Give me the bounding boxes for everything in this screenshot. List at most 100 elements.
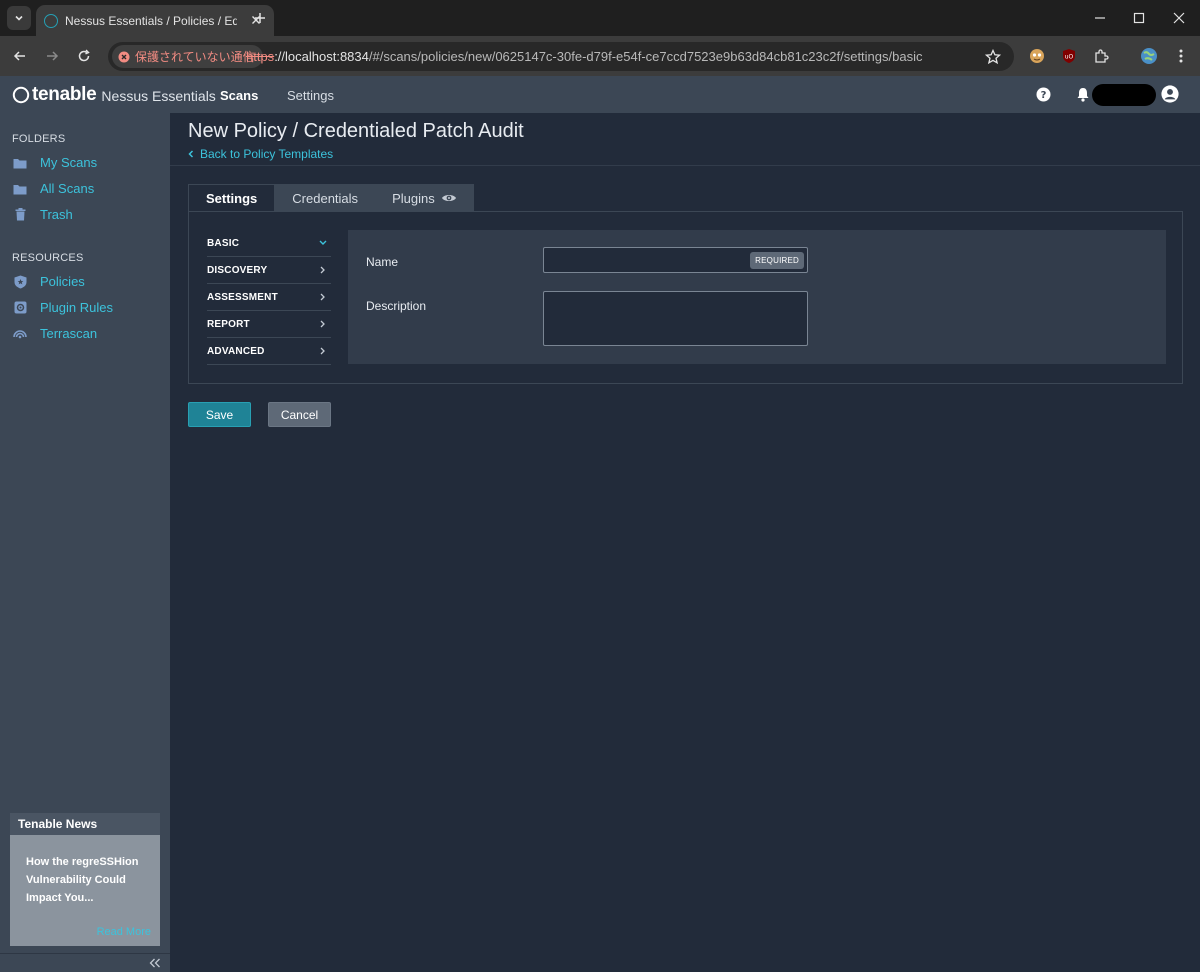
settings-nav-label: DISCOVERY xyxy=(207,264,268,276)
sidebar-item-policies[interactable]: Policies xyxy=(13,274,85,289)
maximize-button[interactable] xyxy=(1131,10,1147,26)
arrow-right-icon xyxy=(47,51,59,61)
sidebar-item-my-scans[interactable]: My Scans xyxy=(13,155,97,170)
back-button[interactable] xyxy=(10,46,30,66)
cancel-button[interactable]: Cancel xyxy=(268,402,331,427)
news-headline[interactable]: How the regreSSHion Vulnerability Could … xyxy=(10,835,160,907)
title-divider xyxy=(170,165,1200,166)
sidebar-item-label: All Scans xyxy=(40,181,95,196)
minimize-icon xyxy=(1095,17,1105,19)
more-vertical-icon xyxy=(1179,49,1183,63)
basic-settings-form: Name REQUIRED Description xyxy=(348,230,1166,364)
settings-nav-discovery[interactable]: DISCOVERY xyxy=(207,257,331,284)
bookmark-star-button[interactable] xyxy=(984,48,1002,66)
double-chevron-left-icon xyxy=(149,958,160,968)
chevron-right-icon xyxy=(319,347,327,355)
chevron-right-icon xyxy=(319,320,327,328)
settings-nav-advanced[interactable]: ADVANCED xyxy=(207,338,331,365)
tenable-logo-icon xyxy=(12,86,30,104)
sidebar-item-terrascan[interactable]: Terrascan xyxy=(13,326,97,341)
plugin-rules-icon xyxy=(13,301,27,315)
browser-titlebar: Nessus Essentials / Policies / Edit xyxy=(0,0,1200,36)
reload-icon xyxy=(78,49,90,62)
extension-face-icon xyxy=(1030,49,1044,63)
sidebar-item-label: Terrascan xyxy=(40,326,98,341)
tab-settings[interactable]: Settings xyxy=(188,184,276,212)
page-title: New Policy / Credentialed Patch Audit xyxy=(188,120,524,142)
sidebar-item-label: Plugin Rules xyxy=(40,300,113,315)
star-icon xyxy=(985,49,1001,65)
address-bar[interactable]: 保護されていない通信 https://localhost:8834/#/scan… xyxy=(108,42,1014,71)
description-label: Description xyxy=(366,299,427,313)
ublock-icon: uO xyxy=(1063,49,1075,63)
svg-text:uO: uO xyxy=(1065,54,1074,61)
chevron-down-icon xyxy=(15,15,23,21)
arrow-left-icon xyxy=(13,51,25,61)
tab-search-button[interactable] xyxy=(7,6,31,30)
browser-tab[interactable]: Nessus Essentials / Policies / Edit xyxy=(36,5,274,36)
close-window-button[interactable] xyxy=(1171,10,1187,26)
tab-plugins[interactable]: Plugins xyxy=(375,184,474,212)
sidebar-item-trash[interactable]: Trash xyxy=(13,207,73,222)
nav-scans[interactable]: Scans xyxy=(220,88,258,103)
browser-menu-button[interactable] xyxy=(1171,46,1191,66)
sidebar-item-all-scans[interactable]: All Scans xyxy=(13,181,94,196)
trash-icon xyxy=(13,208,27,222)
tab-credentials[interactable]: Credentials xyxy=(275,184,376,212)
settings-nav-basic[interactable]: BASIC xyxy=(207,230,331,257)
tab-label: Settings xyxy=(206,191,258,206)
settings-nav-assessment[interactable]: ASSESSMENT xyxy=(207,284,331,311)
name-input[interactable]: REQUIRED xyxy=(543,247,808,273)
forward-button[interactable] xyxy=(42,46,62,66)
minimize-button[interactable] xyxy=(1092,10,1108,26)
profile-button[interactable] xyxy=(1139,46,1159,66)
maximize-icon xyxy=(1133,12,1145,24)
chevron-left-icon xyxy=(188,149,196,159)
collapse-sidebar-button[interactable] xyxy=(148,956,162,970)
notifications-button[interactable] xyxy=(1074,85,1092,103)
browser-toolbar: 保護されていない通信 https://localhost:8834/#/scan… xyxy=(0,36,1200,76)
settings-nav-label: REPORT xyxy=(207,318,250,330)
shield-icon xyxy=(13,275,27,289)
settings-nav-label: ASSESSMENT xyxy=(207,291,278,303)
save-button[interactable]: Save xyxy=(188,402,251,427)
plus-icon xyxy=(255,13,265,23)
settings-panel: BASIC DISCOVERY ASSESSMENT REPORT ADVANC… xyxy=(188,211,1183,384)
url-text[interactable]: https://localhost:8834/#/scans/policies/… xyxy=(246,49,922,64)
chevron-right-icon xyxy=(319,266,327,274)
extension-1-button[interactable] xyxy=(1027,46,1047,66)
description-textarea[interactable] xyxy=(543,291,808,346)
new-tab-button[interactable] xyxy=(250,8,270,28)
product-name: Nessus Essentials xyxy=(101,88,216,104)
brand-name: tenable xyxy=(32,84,97,105)
reload-button[interactable] xyxy=(74,46,94,66)
url-host: ://localhost:8834 xyxy=(274,49,369,64)
resources-section-title: RESOURCES xyxy=(12,252,84,264)
security-chip[interactable]: 保護されていない通信 xyxy=(112,45,263,68)
settings-nav-report[interactable]: REPORT xyxy=(207,311,331,338)
tenable-logo[interactable]: tenable Nessus Essentials xyxy=(12,84,216,106)
puzzle-icon xyxy=(1095,49,1109,63)
help-button[interactable]: ? xyxy=(1034,85,1052,103)
extensions-button[interactable] xyxy=(1091,46,1111,66)
back-to-policy-templates-link[interactable]: Back to Policy Templates xyxy=(188,147,333,161)
chevron-down-icon xyxy=(319,239,327,247)
settings-nav-label: ADVANCED xyxy=(207,345,265,357)
news-read-more-link[interactable]: Read More xyxy=(97,926,151,938)
policy-tabs: Settings Credentials Plugins xyxy=(188,184,474,212)
redacted-username xyxy=(1092,84,1156,106)
nav-settings[interactable]: Settings xyxy=(287,88,334,103)
help-icon: ? xyxy=(1036,87,1050,101)
folder-icon xyxy=(13,182,27,196)
ublock-button[interactable]: uO xyxy=(1059,46,1079,66)
tab-title: Nessus Essentials / Policies / Edit xyxy=(65,13,237,28)
news-title: Tenable News xyxy=(10,813,160,835)
bell-icon xyxy=(1077,87,1089,102)
user-avatar-icon xyxy=(1161,85,1179,103)
user-menu-button[interactable] xyxy=(1161,85,1179,103)
sidebar-item-plugin-rules[interactable]: Plugin Rules xyxy=(13,300,113,315)
globe-avatar-icon xyxy=(1141,48,1157,64)
tab-label: Credentials xyxy=(292,190,359,206)
app-header: tenable Nessus Essentials Scans Settings… xyxy=(0,76,1200,113)
nessus-favicon-icon xyxy=(44,13,58,28)
